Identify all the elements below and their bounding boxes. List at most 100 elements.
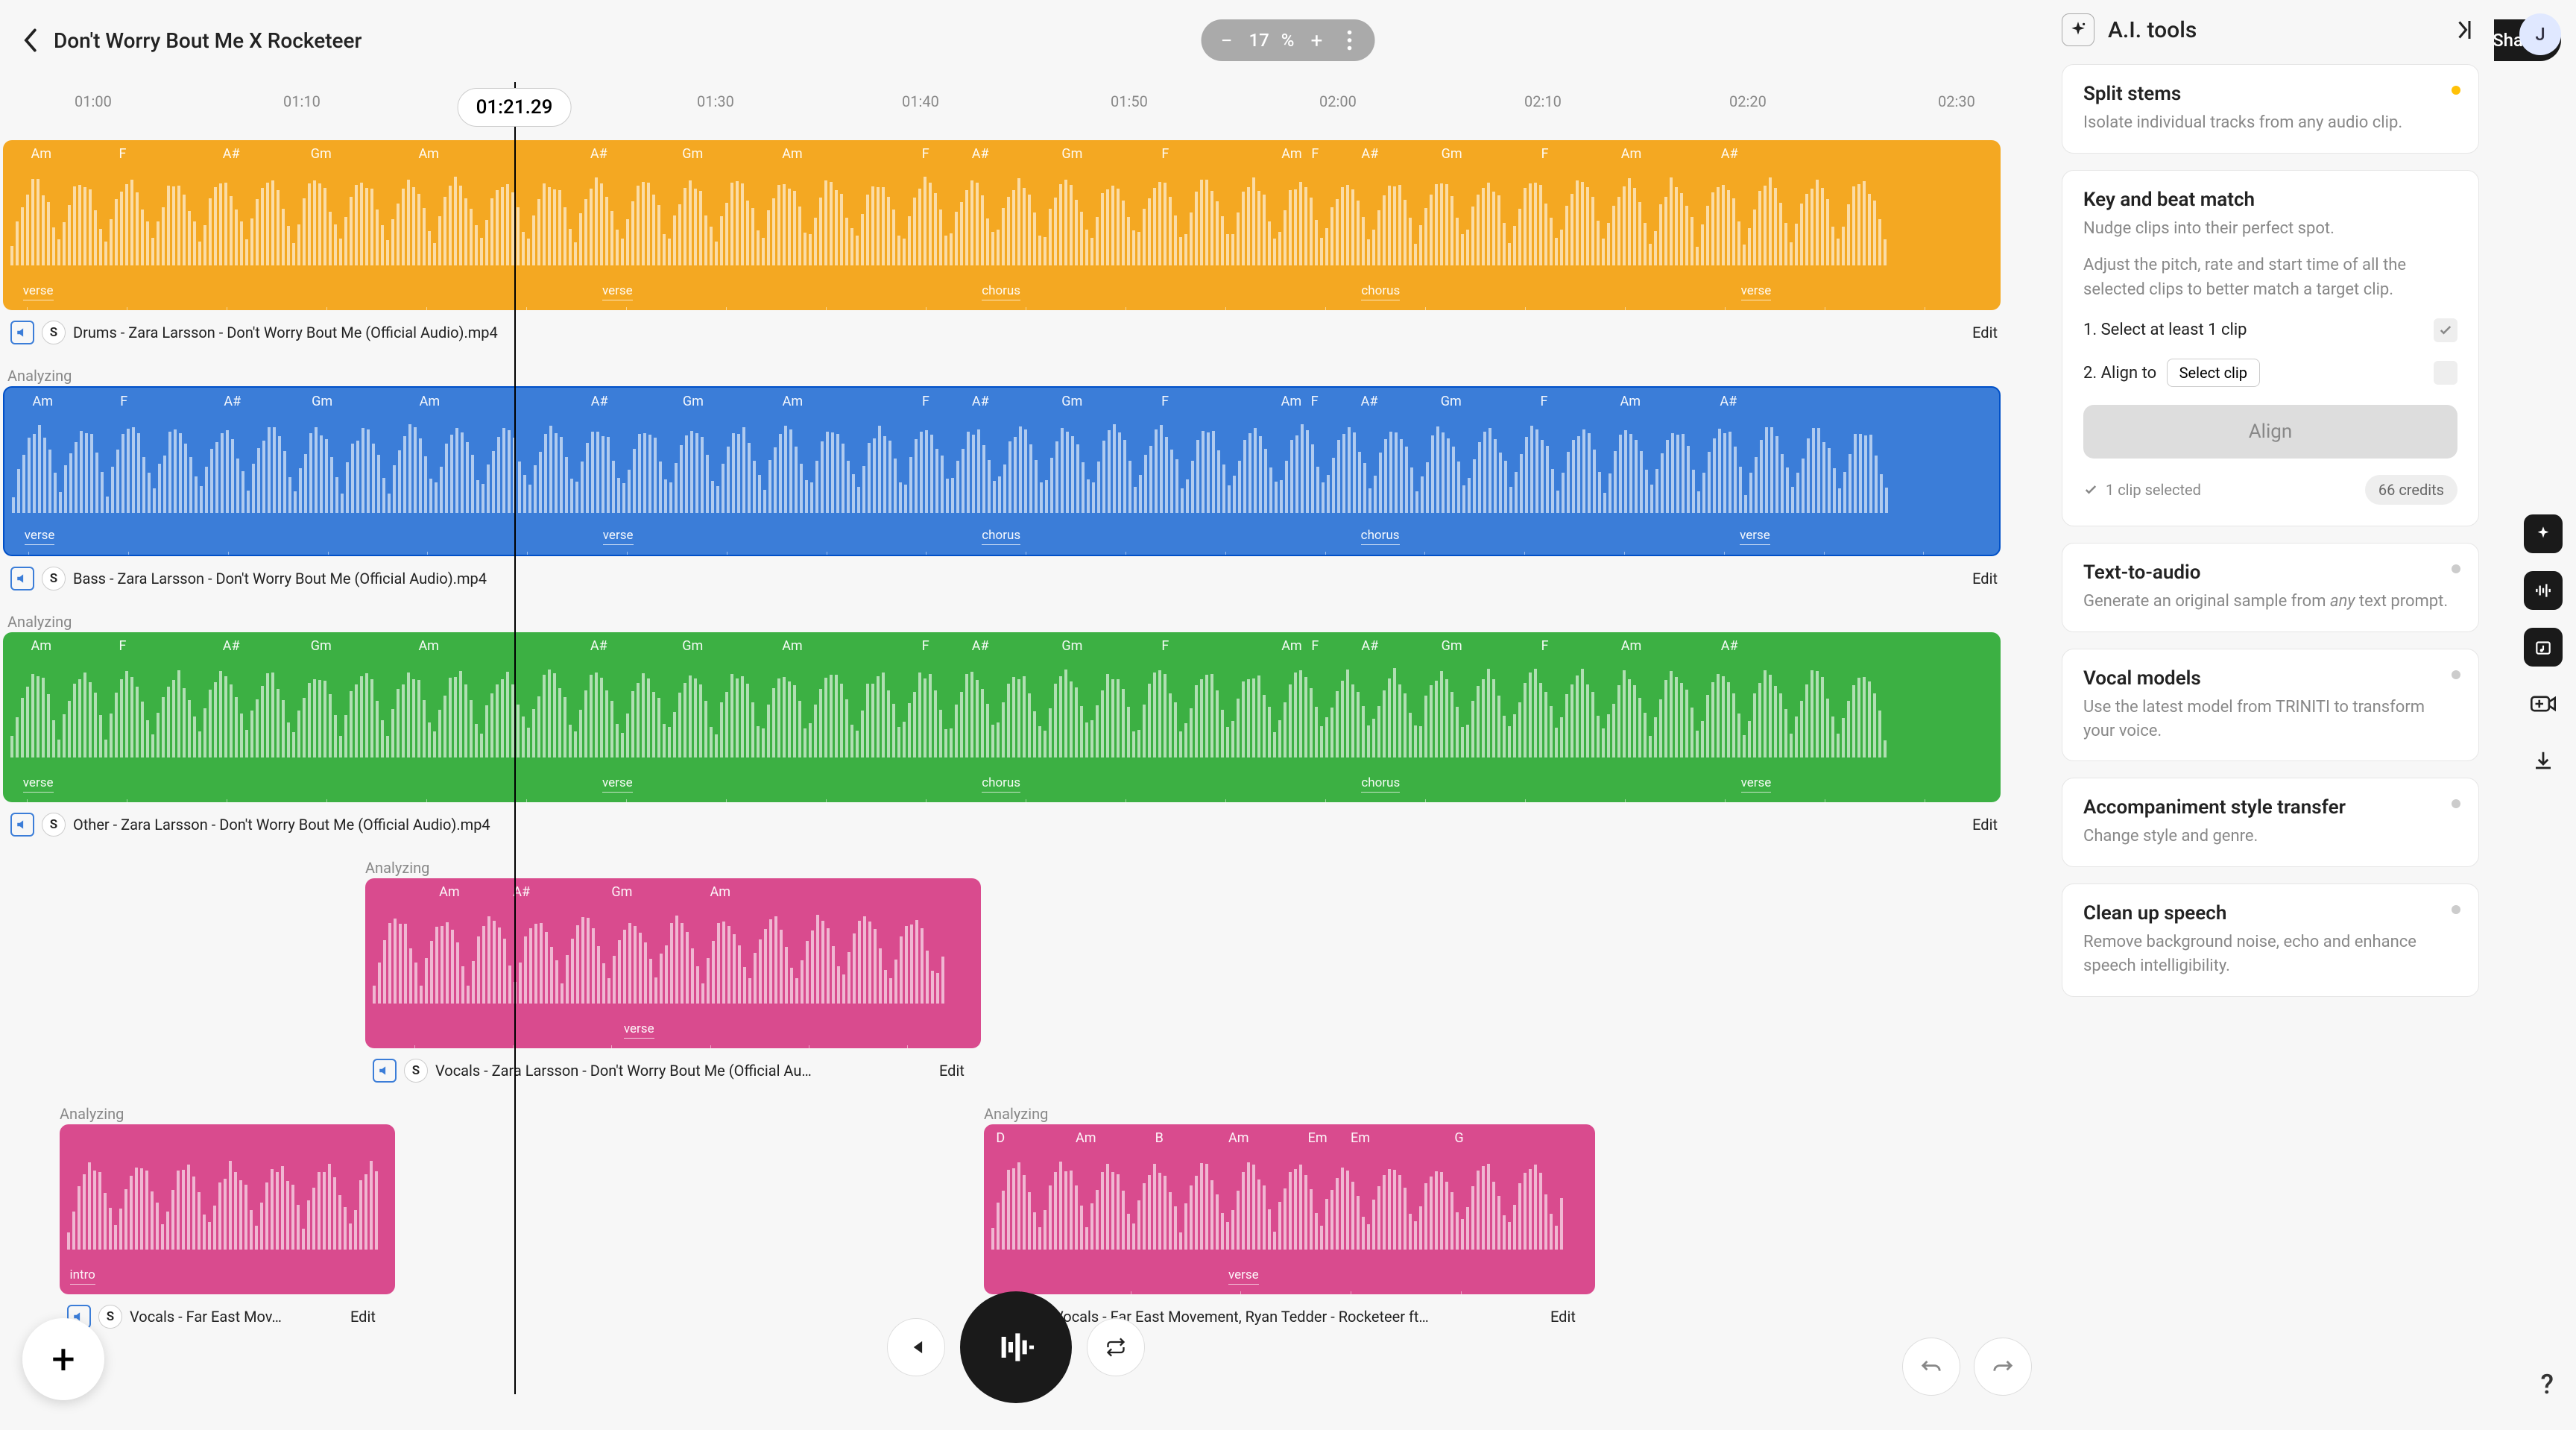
section-label: verse (23, 283, 54, 300)
solo-button[interactable]: S (42, 321, 66, 344)
bar-number: 15 (727, 552, 746, 556)
chord-label: Em (1308, 1130, 1328, 1146)
section-label: chorus (1361, 528, 1400, 545)
undo-button[interactable] (1902, 1338, 1960, 1396)
bar-number: 37 (1825, 799, 1844, 802)
redo-button[interactable] (1974, 1338, 2032, 1396)
edit-link[interactable]: Edit (350, 1308, 376, 1326)
bar-number: 7 (326, 307, 339, 310)
step-1-checkbox[interactable] (2434, 318, 2457, 342)
step-2-checkbox[interactable] (2434, 361, 2457, 385)
card-cleanup-speech[interactable]: Clean up speech Remove background noise,… (2062, 883, 2479, 997)
card-vocal-models[interactable]: Vocal models Use the latest model from T… (2062, 649, 2479, 762)
bar-number: 13 (626, 307, 645, 310)
play-button[interactable] (960, 1291, 1072, 1403)
edit-link[interactable]: Edit (1972, 324, 1998, 341)
chord-label: F (119, 638, 126, 654)
bar-number: 3 (128, 552, 141, 556)
time-tick: 02:20 (1729, 92, 1767, 110)
right-panel-title: A.I. tools (2108, 17, 2197, 43)
solo-button[interactable]: S (404, 1059, 428, 1083)
rail-music-button[interactable] (2524, 628, 2563, 667)
solo-button[interactable]: S (98, 1305, 122, 1329)
edit-link[interactable]: Edit (1972, 570, 1998, 588)
bar-number: 1 (27, 799, 40, 802)
edit-link[interactable]: Edit (1972, 816, 1998, 834)
clip-vocals-1[interactable]: AmA#GmAm verse 91113151719 (365, 878, 981, 1048)
align-button[interactable]: Align (2083, 405, 2457, 459)
timeline: 01:00 01:10 01:30 01:40 01:50 02:00 02:1… (0, 81, 2012, 1430)
chord-label: A# (1721, 146, 1738, 162)
section-label: verse (25, 528, 55, 545)
mute-button[interactable] (10, 813, 34, 837)
card-accompaniment[interactable]: Accompaniment style transfer Change styl… (2062, 778, 2479, 867)
step-2-label: 2. Align to (2083, 364, 2156, 382)
solo-button[interactable]: S (42, 813, 66, 837)
section-label: chorus (1361, 775, 1400, 793)
zoom-out-button[interactable]: − (1210, 24, 1243, 57)
chord-label: Am (31, 638, 52, 654)
edit-link[interactable]: Edit (1550, 1308, 1576, 1326)
analyzing-label: Analyzing (365, 859, 429, 877)
card-title: Accompaniment style transfer (2083, 796, 2457, 819)
bar-number: 35 (1725, 799, 1744, 802)
rail-download-button[interactable] (2524, 741, 2563, 780)
rail-ai-button[interactable] (2524, 514, 2563, 553)
clip-bass[interactable]: AmFA#GmAmA#GmAmFA#GmFAmFA#GmFAmA# versev… (3, 386, 2001, 556)
bar-number: 31 (1525, 307, 1544, 310)
section-label: verse (23, 775, 54, 793)
edit-link[interactable]: Edit (939, 1062, 965, 1080)
avatar[interactable]: J (2519, 13, 2561, 55)
card-title: Clean up speech (2083, 902, 2457, 925)
skip-back-button[interactable] (887, 1318, 945, 1376)
help-button[interactable]: ? (2540, 1369, 2554, 1400)
chord-label: Am (782, 146, 803, 162)
chord-label: Am (1076, 1130, 1096, 1146)
bar-number: 25 (1225, 799, 1245, 802)
mute-button[interactable] (10, 321, 34, 344)
mute-button[interactable] (373, 1059, 397, 1083)
zoom-control: − 17 % + (1202, 19, 1375, 61)
bar-number: 27 (1325, 307, 1345, 310)
time-ruler[interactable]: 01:00 01:10 01:30 01:40 01:50 02:00 02:1… (0, 81, 2012, 119)
zoom-unit: % (1275, 30, 1301, 51)
chord-label: F (1311, 146, 1319, 162)
rail-video-button[interactable] (2524, 684, 2563, 723)
card-title: Key and beat match (2083, 189, 2457, 211)
bar-number: 23 (1461, 1291, 1480, 1294)
bar-number: 37 (1824, 552, 1843, 556)
playhead[interactable] (514, 82, 516, 1394)
chord-label: Am (1281, 638, 1302, 654)
solo-button[interactable]: S (42, 567, 66, 590)
back-button[interactable] (15, 25, 45, 55)
bar-number: 39 (1923, 552, 1942, 556)
bar-number: 5 (227, 799, 239, 802)
bar-number: 39 (1925, 799, 1944, 802)
mute-button[interactable] (10, 567, 34, 590)
bar-number: 11 (527, 552, 546, 556)
card-split-stems[interactable]: Split stems Isolate individual tracks fr… (2062, 64, 2479, 154)
chord-label: F (922, 638, 929, 654)
card-text-to-audio[interactable]: Text-to-audio Generate an original sampl… (2062, 543, 2479, 632)
bar-number: 19 (926, 552, 945, 556)
loop-button[interactable] (1087, 1318, 1145, 1376)
chord-label: A# (972, 146, 989, 162)
add-track-button[interactable]: + (22, 1318, 104, 1400)
collapse-panel-button[interactable] (2446, 13, 2479, 46)
rail-waveform-button[interactable] (2524, 571, 2563, 610)
zoom-more-button[interactable] (1333, 24, 1366, 57)
clip-drums[interactable]: AmFA#GmAmA#GmAmFA#GmFAmFA#GmFAmA# versev… (3, 140, 2001, 310)
chord-label: A# (1361, 146, 1378, 162)
clip-vocals-2b[interactable]: DAmBAmEmEmG verse 1517192123 (984, 1124, 1595, 1294)
bar-number: 19 (1240, 1291, 1260, 1294)
select-clip-button[interactable]: Select clip (2167, 359, 2260, 387)
time-tick: 01:10 (283, 92, 321, 110)
clip-other[interactable]: AmFA#GmAmA#GmAmFA#GmFAmFA#GmFAmA# versev… (3, 632, 2001, 802)
bar-number: 13 (611, 1045, 631, 1048)
track-name: Vocals - Far East Mov… (130, 1308, 282, 1326)
clip-vocals-2a[interactable]: intro (60, 1124, 395, 1294)
card-desc: Generate an original sample from any tex… (2083, 590, 2457, 614)
zoom-value: 17 (1243, 30, 1275, 51)
chord-label: Gm (682, 146, 703, 162)
zoom-in-button[interactable]: + (1300, 24, 1333, 57)
